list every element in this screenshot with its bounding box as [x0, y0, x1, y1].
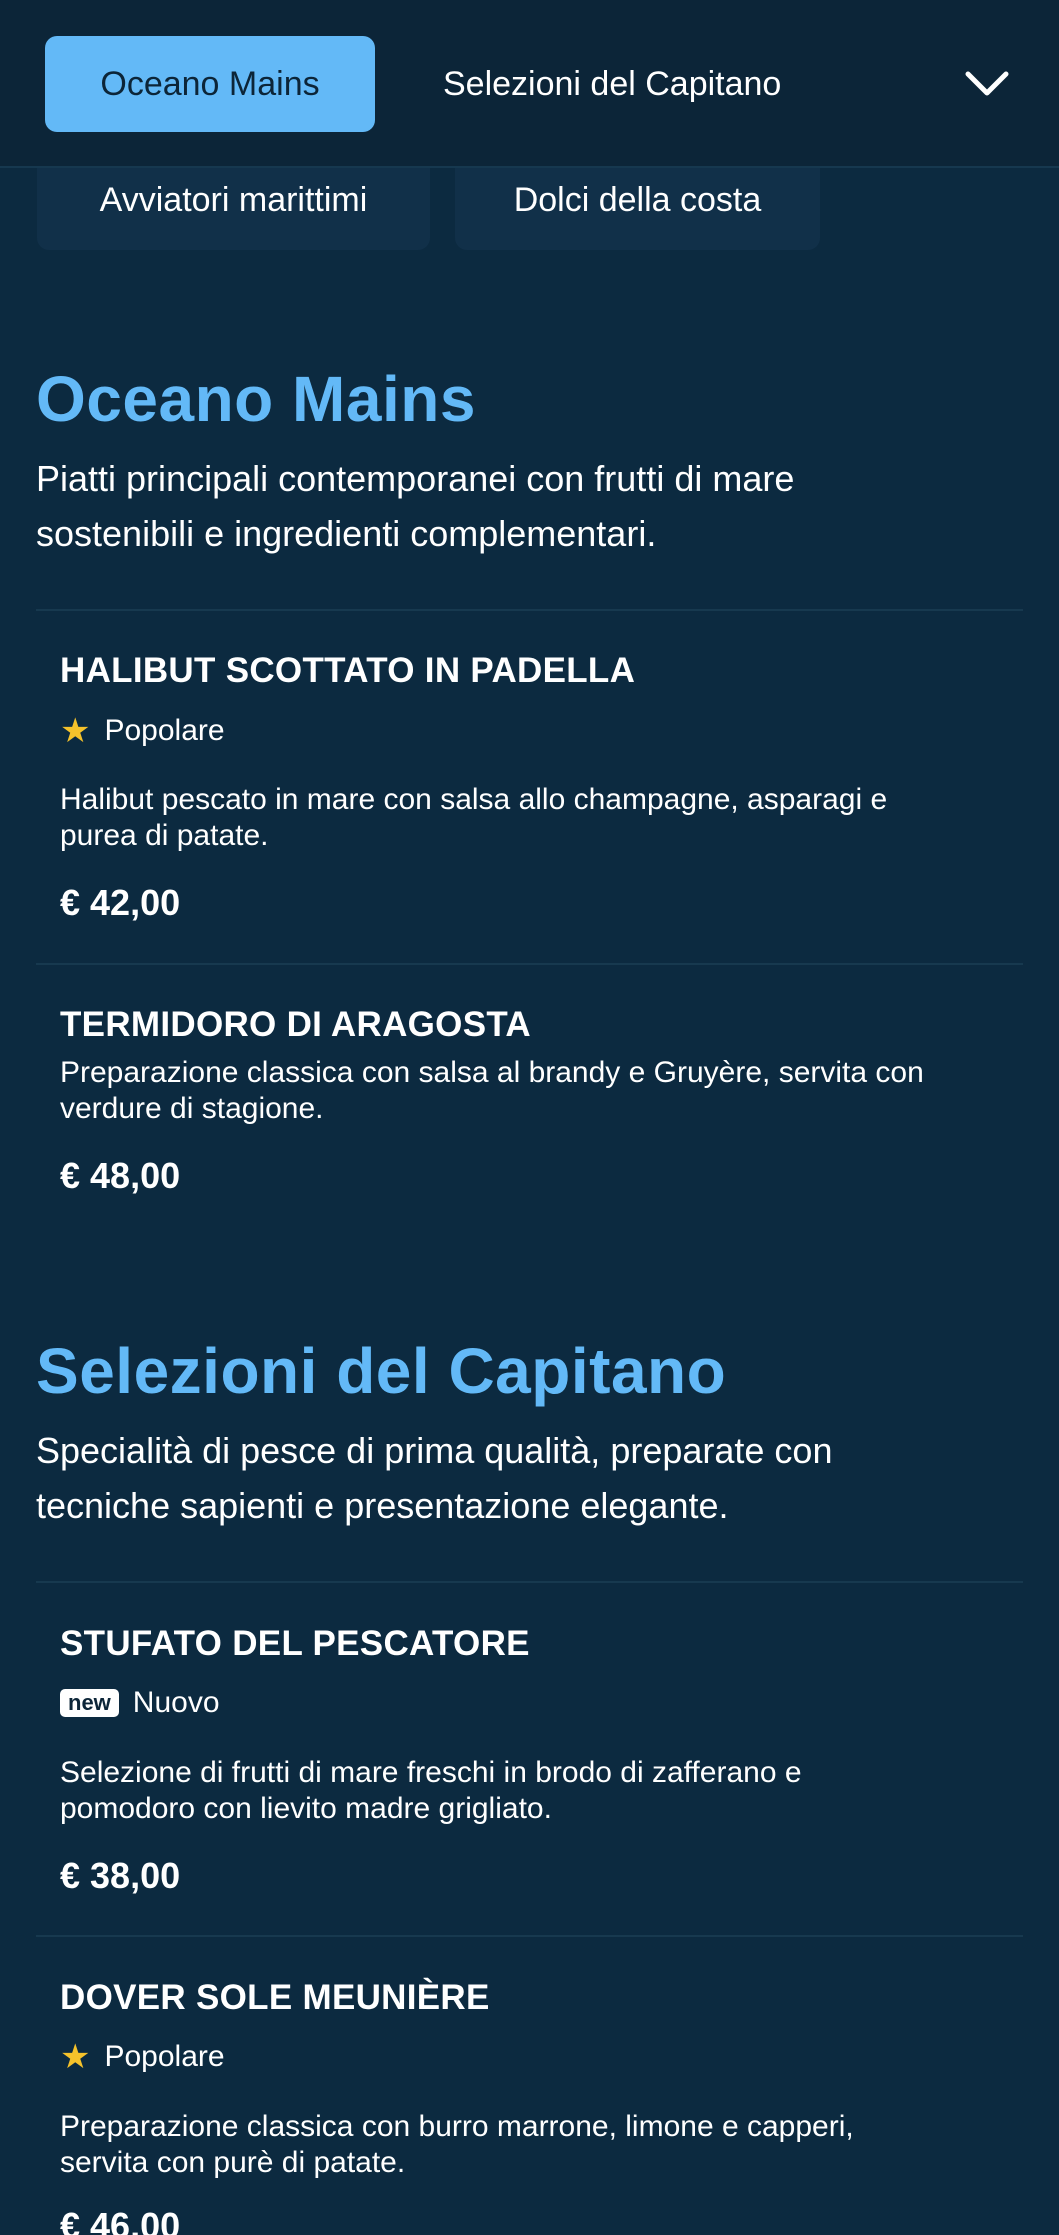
- category-tab-label: Oceano Mains: [100, 64, 320, 103]
- star-icon: ★: [60, 2038, 91, 2076]
- divider: [36, 1581, 1023, 1583]
- star-icon: ★: [60, 712, 91, 750]
- menu-page: Avviatori marittimi Dolci della costa Oc…: [0, 0, 1059, 2235]
- menu-item-name: TERMIDORO DI ARAGOSTA: [60, 1005, 532, 1044]
- category-chip-label: Avviatori marittimi: [99, 181, 368, 219]
- menu-item-description: Halibut pescato in mare con salsa allo c…: [60, 783, 888, 852]
- badge-label: Popolare: [104, 2040, 225, 2073]
- section-title: Selezioni del Capitano: [36, 1335, 727, 1407]
- menu-item-name: STUFATO DEL PESCATORE: [60, 1624, 530, 1663]
- menu-item-name: HALIBUT SCOTTATO IN PADELLA: [60, 651, 636, 690]
- menu-item-description: Preparazione classica con salsa al brand…: [60, 1056, 924, 1125]
- menu-item-price: € 38,00: [60, 1855, 181, 1896]
- section-description: Piatti principali contemporanei con frut…: [36, 458, 795, 554]
- menu-item-description: Preparazione classica con burro marrone,…: [60, 2110, 854, 2179]
- new-pill: new: [60, 1689, 119, 1717]
- badge-label: Popolare: [104, 714, 225, 747]
- menu-item-price: € 48,00: [60, 1155, 181, 1196]
- category-chip-label: Dolci della costa: [513, 181, 762, 219]
- divider: [36, 963, 1023, 965]
- category-tab-label: Selezioni del Capitano: [443, 64, 782, 103]
- section-description: Specialità di pesce di prima qualità, pr…: [36, 1430, 833, 1526]
- menu-item-name: DOVER SOLE MEUNIÈRE: [60, 1978, 490, 2017]
- popular-badge: ★ Popolare: [60, 2037, 225, 2077]
- category-tab-oceano-mains[interactable]: Oceano Mains: [45, 36, 375, 132]
- chevron-down-icon[interactable]: [955, 58, 1019, 110]
- category-bar: Oceano Mains Selezioni del Capitano: [0, 0, 1059, 168]
- divider: [36, 1935, 1023, 1937]
- category-tab-selezioni[interactable]: Selezioni del Capitano: [405, 36, 819, 132]
- badge-label: Nuovo: [132, 1686, 220, 1719]
- new-badge: new Nuovo: [60, 1683, 220, 1723]
- divider: [36, 609, 1023, 611]
- menu-item-description: Selezione di frutti di mare freschi in b…: [60, 1756, 802, 1825]
- menu-item-price: € 42,00: [60, 882, 181, 923]
- section-title: Oceano Mains: [36, 363, 476, 435]
- popular-badge: ★ Popolare: [60, 711, 225, 751]
- menu-item-price: € 46,00: [60, 2205, 181, 2235]
